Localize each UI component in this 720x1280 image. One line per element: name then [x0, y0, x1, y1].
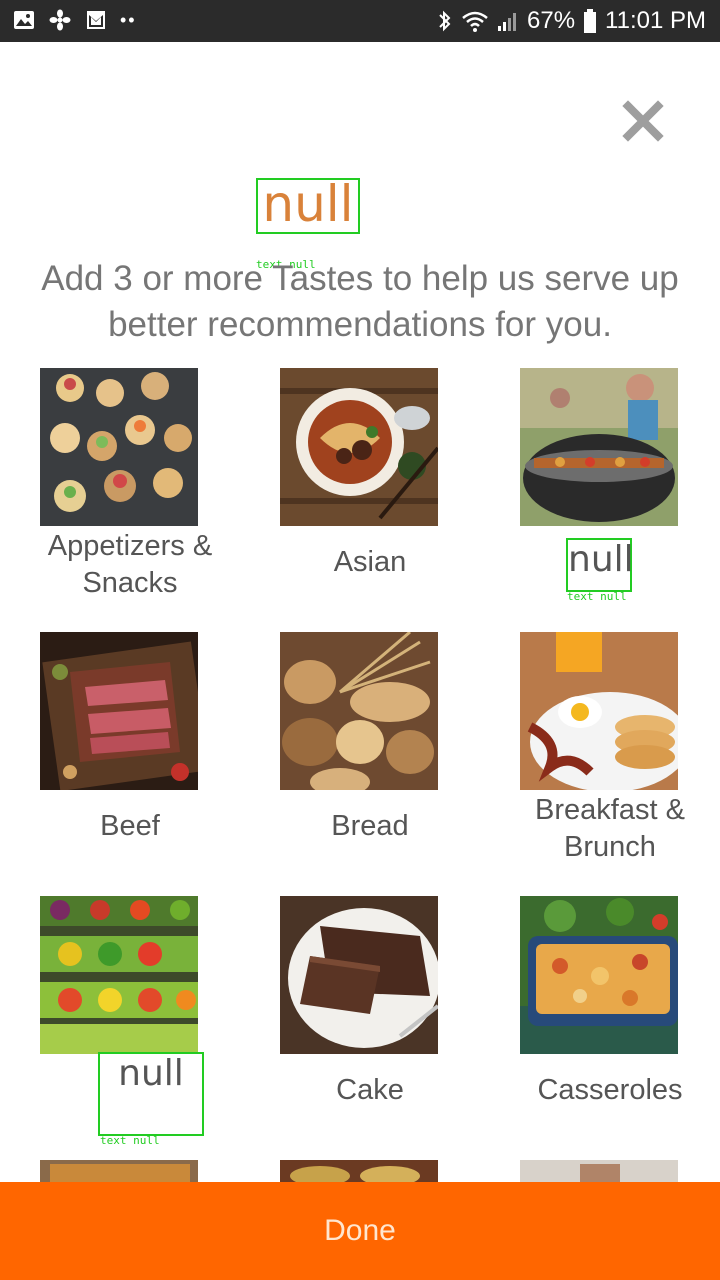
instruction-text: Add 3 or more Tastes to help us serve up…: [41, 259, 679, 344]
taste-tile-partial-1[interactable]: [40, 1160, 198, 1182]
taste-tile-cake[interactable]: Cake: [260, 896, 480, 1146]
beef-image: [40, 632, 198, 790]
taste-label: Breakfast & Brunch: [535, 794, 685, 863]
bbq-image: [520, 368, 678, 526]
bbq-label-null: null: [566, 538, 634, 592]
taste-tile-breakfast[interactable]: Breakfast & Brunch: [500, 632, 720, 882]
more-notifications-icon: ••: [120, 10, 137, 30]
status-bar: •• 67% 11:01 PM: [0, 0, 720, 42]
taste-tile-partial-3[interactable]: [520, 1160, 678, 1182]
taste-label: Cake: [336, 1074, 404, 1106]
taste-label: Appetizers & Snacks: [47, 530, 213, 599]
produce-image: [40, 896, 198, 1054]
close-icon: [622, 100, 664, 142]
taste-tile-casseroles[interactable]: Casseroles: [500, 896, 720, 1146]
done-button[interactable]: Done: [0, 1182, 720, 1280]
done-label: Done: [324, 1214, 396, 1247]
asian-image: [280, 368, 438, 526]
produce-label-null: null: [98, 1052, 204, 1136]
clock: 11:01 PM: [605, 7, 706, 34]
taste-tile-asian[interactable]: Asian: [260, 368, 480, 618]
mail-icon: [84, 8, 108, 32]
close-button[interactable]: [616, 94, 670, 148]
signal-icon: [497, 9, 519, 33]
taste-tile-bread[interactable]: Bread: [260, 632, 480, 882]
wifi-icon: [461, 9, 489, 33]
produce-label-debug-tag: text null: [100, 1134, 160, 1147]
bread-image: [280, 632, 438, 790]
taste-label: Casseroles: [537, 1074, 683, 1106]
gallery-icon: [12, 8, 36, 32]
breakfast-image: [520, 632, 678, 790]
battery-icon: [583, 8, 597, 34]
bbq-label-debug-tag: text null: [567, 590, 627, 603]
battery-percent: 67%: [527, 7, 576, 34]
taste-label: Bread: [331, 810, 409, 842]
appetizers-image: [40, 368, 198, 526]
taste-label: Asian: [333, 546, 407, 578]
taste-tile-beef[interactable]: Beef: [20, 632, 240, 882]
taste-label: Beef: [100, 810, 160, 842]
fan-icon: [48, 8, 72, 32]
page-title: null: [256, 178, 360, 234]
cake-image: [280, 896, 438, 1054]
taste-tile-appetizers[interactable]: Appetizers & Snacks: [20, 368, 240, 618]
bluetooth-icon: [437, 9, 453, 33]
taste-tile-partial-2[interactable]: [280, 1160, 438, 1182]
casseroles-image: [520, 896, 678, 1054]
